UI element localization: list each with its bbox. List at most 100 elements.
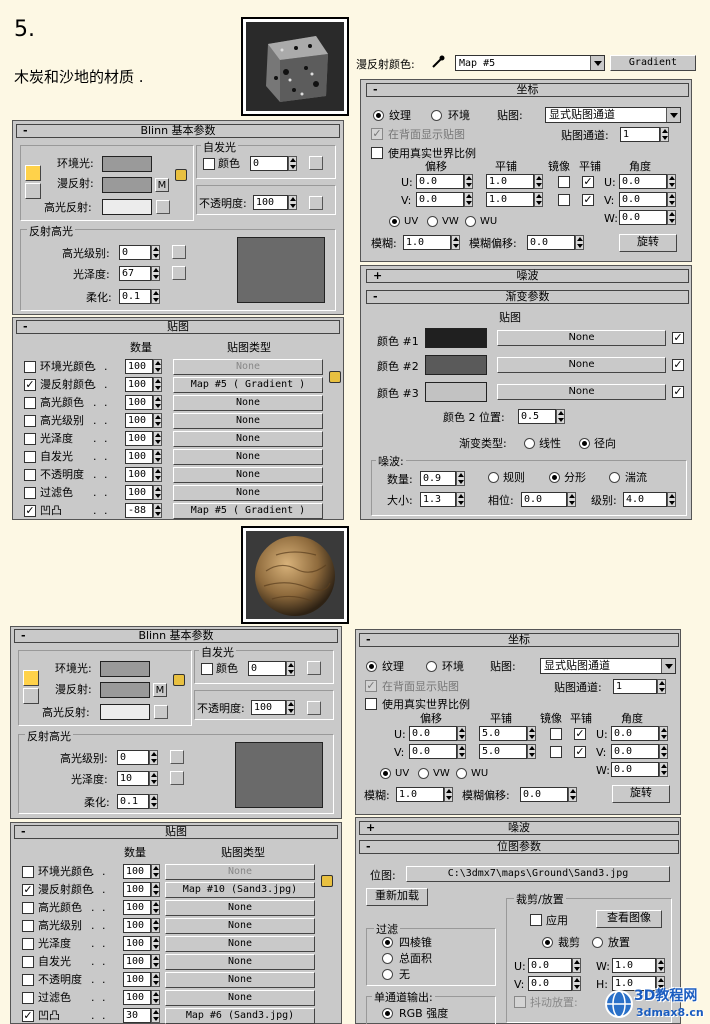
noise-phase-spinner[interactable] xyxy=(567,492,576,507)
channel-spinner[interactable] xyxy=(657,679,666,694)
u-tiling-spinner[interactable] xyxy=(527,726,536,741)
color1-map-button[interactable]: None xyxy=(497,330,666,346)
v-tile-checkbox[interactable]: ✓ xyxy=(574,746,586,758)
crop-u-spinner[interactable] xyxy=(572,958,581,973)
v-angle-input[interactable]: 0.0 xyxy=(611,744,659,759)
real-world-checkbox[interactable] xyxy=(371,147,383,159)
self-illum-spinner[interactable] xyxy=(288,156,297,171)
uv-radio[interactable] xyxy=(389,216,400,227)
spec-level-spinner[interactable] xyxy=(149,750,158,765)
blur-offset-input[interactable]: 0.0 xyxy=(527,235,575,250)
noise-size-input[interactable]: 1.3 xyxy=(420,492,456,507)
w-angle-spinner[interactable] xyxy=(667,210,676,225)
map-amount-spinner[interactable] xyxy=(151,882,160,897)
v-angle-spinner[interactable] xyxy=(667,192,676,207)
map-enable-checkbox[interactable] xyxy=(24,415,36,427)
channel-input[interactable]: 1 xyxy=(613,679,657,694)
opacity-map-button[interactable] xyxy=(307,701,321,715)
map-amount-input[interactable]: 100 xyxy=(125,413,153,428)
gloss-spinner[interactable] xyxy=(149,771,158,786)
map-enable-checkbox[interactable] xyxy=(22,920,34,932)
map-amount-spinner[interactable] xyxy=(151,936,160,951)
spec-level-map-button[interactable] xyxy=(172,245,186,259)
v-tiling-spinner[interactable] xyxy=(534,192,543,207)
u-tiling-spinner[interactable] xyxy=(534,174,543,189)
fractal-radio[interactable] xyxy=(549,472,560,483)
color1-swatch[interactable] xyxy=(425,328,487,348)
u-tile-checkbox[interactable]: ✓ xyxy=(582,176,594,188)
opacity-spinner[interactable] xyxy=(288,195,297,210)
map-amount-spinner[interactable] xyxy=(153,503,162,518)
color2-pos-input[interactable]: 0.5 xyxy=(518,409,556,424)
map-enable-checkbox[interactable]: ✓ xyxy=(22,884,34,896)
map-amount-input[interactable]: 100 xyxy=(123,864,151,879)
map-type-button[interactable]: None xyxy=(165,972,315,988)
v-offset-spinner[interactable] xyxy=(464,192,473,207)
v-offset-spinner[interactable] xyxy=(457,744,466,759)
place-radio[interactable] xyxy=(592,937,603,948)
soften-spinner[interactable] xyxy=(151,289,160,304)
map-amount-input[interactable]: 100 xyxy=(123,972,151,987)
environ-radio[interactable] xyxy=(426,661,437,672)
color2-swatch[interactable] xyxy=(425,355,487,375)
map-amount-input[interactable]: 100 xyxy=(123,882,151,897)
crop-v-spinner[interactable] xyxy=(572,976,581,991)
map-type-button[interactable]: None xyxy=(173,485,323,501)
uv-radio[interactable] xyxy=(380,768,391,779)
crop-w-input[interactable]: 1.0 xyxy=(612,958,656,973)
rotate-button[interactable]: 旋转 xyxy=(619,234,677,252)
crop-u-input[interactable]: 0.0 xyxy=(528,958,572,973)
specular-map-button[interactable] xyxy=(156,200,170,214)
map-name-combo[interactable]: Map #5 xyxy=(455,55,605,71)
diffuse-map-button[interactable]: M xyxy=(153,683,167,697)
unlock-button[interactable] xyxy=(25,183,41,199)
blur-spinner[interactable] xyxy=(444,787,453,802)
linear-radio[interactable] xyxy=(524,438,535,449)
blur-input[interactable]: 1.0 xyxy=(403,235,451,250)
reload-button[interactable]: 重新加载 xyxy=(366,888,428,906)
noise-amount-spinner[interactable] xyxy=(456,471,465,486)
self-illum-input[interactable]: 0 xyxy=(248,661,286,676)
u-tile-checkbox[interactable]: ✓ xyxy=(574,728,586,740)
real-world-checkbox[interactable] xyxy=(365,698,377,710)
map-enable-checkbox[interactable]: ✓ xyxy=(22,1010,34,1022)
u-tiling-input[interactable]: 1.0 xyxy=(486,174,534,189)
texture-radio[interactable] xyxy=(373,110,384,121)
map-enable-checkbox[interactable] xyxy=(22,974,34,986)
self-illum-color-checkbox[interactable] xyxy=(203,158,215,170)
bitmap-rollout-header[interactable]: - 位图参数 xyxy=(359,840,679,854)
color3-swatch[interactable] xyxy=(425,382,487,402)
w-angle-spinner[interactable] xyxy=(659,762,668,777)
map-amount-spinner[interactable] xyxy=(153,467,162,482)
self-illum-input[interactable]: 0 xyxy=(250,156,288,171)
map-type-button[interactable]: None xyxy=(165,918,315,934)
map-amount-spinner[interactable] xyxy=(153,485,162,500)
gloss-map-button[interactable] xyxy=(170,771,184,785)
u-mirror-checkbox[interactable] xyxy=(558,176,570,188)
map-type-button[interactable]: None xyxy=(173,413,323,429)
show-back-checkbox[interactable]: ✓ xyxy=(371,128,383,140)
map-amount-input[interactable]: 100 xyxy=(123,918,151,933)
map-amount-spinner[interactable] xyxy=(151,990,160,1005)
view-image-button[interactable]: 查看图像 xyxy=(596,910,662,928)
map-type-button[interactable]: None xyxy=(173,467,323,483)
radial-radio[interactable] xyxy=(579,438,590,449)
u-offset-spinner[interactable] xyxy=(457,726,466,741)
w-angle-input[interactable]: 0.0 xyxy=(611,762,659,777)
filter-none-radio[interactable] xyxy=(382,969,393,980)
map-amount-input[interactable]: -88 xyxy=(125,503,153,518)
noise-rollout-header[interactable]: + 噪波 xyxy=(359,821,679,835)
rgb-intensity-radio[interactable] xyxy=(382,1008,393,1019)
u-offset-input[interactable]: 0.0 xyxy=(409,726,457,741)
map-type-button[interactable]: None xyxy=(173,449,323,465)
lock-color-button[interactable] xyxy=(25,165,41,181)
vw-radio[interactable] xyxy=(418,768,429,779)
maps-rollout-header[interactable]: - 贴图 xyxy=(16,320,340,334)
map-amount-input[interactable]: 100 xyxy=(125,359,153,374)
diffuse-map-button[interactable]: M xyxy=(155,178,169,192)
crop-v-input[interactable]: 0.0 xyxy=(528,976,572,991)
color2-pos-spinner[interactable] xyxy=(556,409,565,424)
map-enable-checkbox[interactable] xyxy=(24,451,36,463)
spec-level-map-button[interactable] xyxy=(170,750,184,764)
u-tiling-input[interactable]: 5.0 xyxy=(479,726,527,741)
